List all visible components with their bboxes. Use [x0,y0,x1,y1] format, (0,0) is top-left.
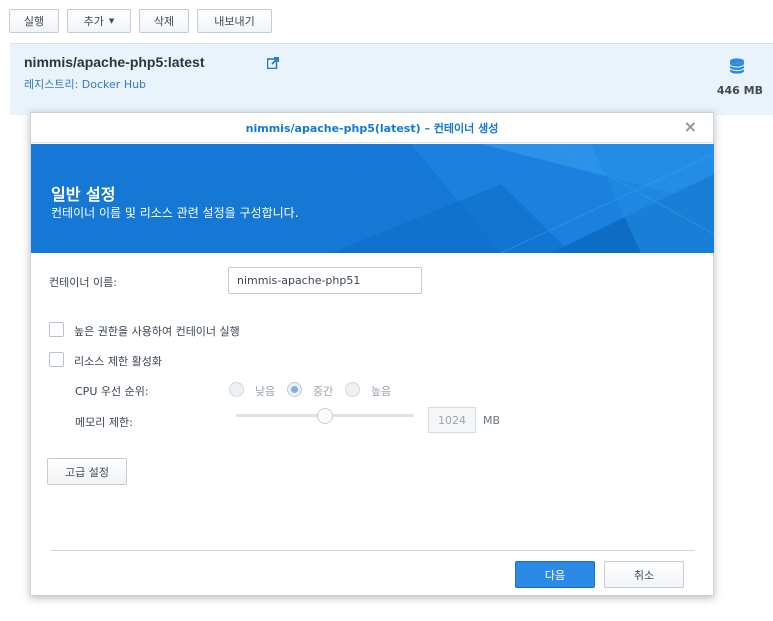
memory-limit-label: 메모리 제한: [75,416,133,429]
dialog-banner: 일반 설정 컨테이너 이름 및 리소스 관련 설정을 구성합니다. [31,144,714,253]
cpu-radio-low[interactable] [229,382,244,397]
cancel-button-label: 취소 [633,568,655,582]
resource-limit-label: 리소스 제한 활성화 [74,355,162,368]
banner-title: 일반 설정 [51,185,116,204]
cancel-button[interactable]: 취소 [604,561,684,588]
advanced-settings-button[interactable]: 고급 설정 [47,458,127,485]
chevron-down-icon: ▼ [108,17,115,25]
memory-limit-input[interactable]: 1024 [428,407,476,433]
cpu-option-medium-label: 중간 [313,385,334,398]
add-button-label: 추가 [83,15,104,28]
export-button-label: 내보내기 [214,15,255,28]
cpu-radio-medium[interactable] [287,382,302,397]
run-button-label: 실행 [23,15,45,28]
footer-divider [51,550,695,551]
banner-pattern [331,144,714,253]
external-link-icon[interactable] [267,57,279,69]
dialog-title: nimmis/apache-php5(latest) – 컨테이너 생성 [245,121,499,135]
memory-limit-value: 1024 [438,413,466,427]
database-icon [730,58,744,74]
advanced-settings-label: 고급 설정 [65,465,109,479]
create-container-dialog: nimmis/apache-php5(latest) – 컨테이너 생성 × 일… [30,112,714,596]
memory-unit-label: MB [483,414,501,427]
image-info-panel[interactable]: nimmis/apache-php5:latest 레지스트리: Docker … [10,43,773,115]
delete-button-label: 삭제 [153,15,175,28]
container-name-value: nimmis-apache-php51 [237,274,361,287]
privileged-checkbox[interactable] [49,322,64,337]
close-icon[interactable]: × [684,119,697,135]
delete-button[interactable]: 삭제 [139,9,189,33]
memory-slider-thumb[interactable] [317,408,333,424]
cpu-priority-label: CPU 우선 순위: [75,385,149,398]
next-button-label: 다음 [544,568,566,582]
container-name-input[interactable]: nimmis-apache-php51 [228,267,422,294]
toolbar: 실행 추가 ▼ 삭제 내보내기 [0,0,773,40]
image-name: nimmis/apache-php5:latest [24,54,205,70]
cpu-radio-high[interactable] [345,382,360,397]
next-button[interactable]: 다음 [515,561,595,588]
cpu-option-high-label: 높음 [371,385,392,398]
image-size: 446 MB [716,84,763,97]
banner-subtitle: 컨테이너 이름 및 리소스 관련 설정을 구성합니다. [51,206,299,220]
dialog-header: nimmis/apache-php5(latest) – 컨테이너 생성 × [31,113,713,143]
export-button[interactable]: 내보내기 [197,9,272,33]
registry-label: 레지스트리: Docker Hub [24,78,147,91]
run-button[interactable]: 실행 [9,9,59,33]
container-name-label: 컨테이너 이름: [49,276,117,289]
add-button[interactable]: 추가 ▼ [67,9,131,33]
cpu-option-low-label: 낮음 [255,385,276,398]
resource-limit-checkbox[interactable] [49,352,64,367]
privileged-label: 높은 권한을 사용하여 컨테이너 실행 [74,325,240,338]
